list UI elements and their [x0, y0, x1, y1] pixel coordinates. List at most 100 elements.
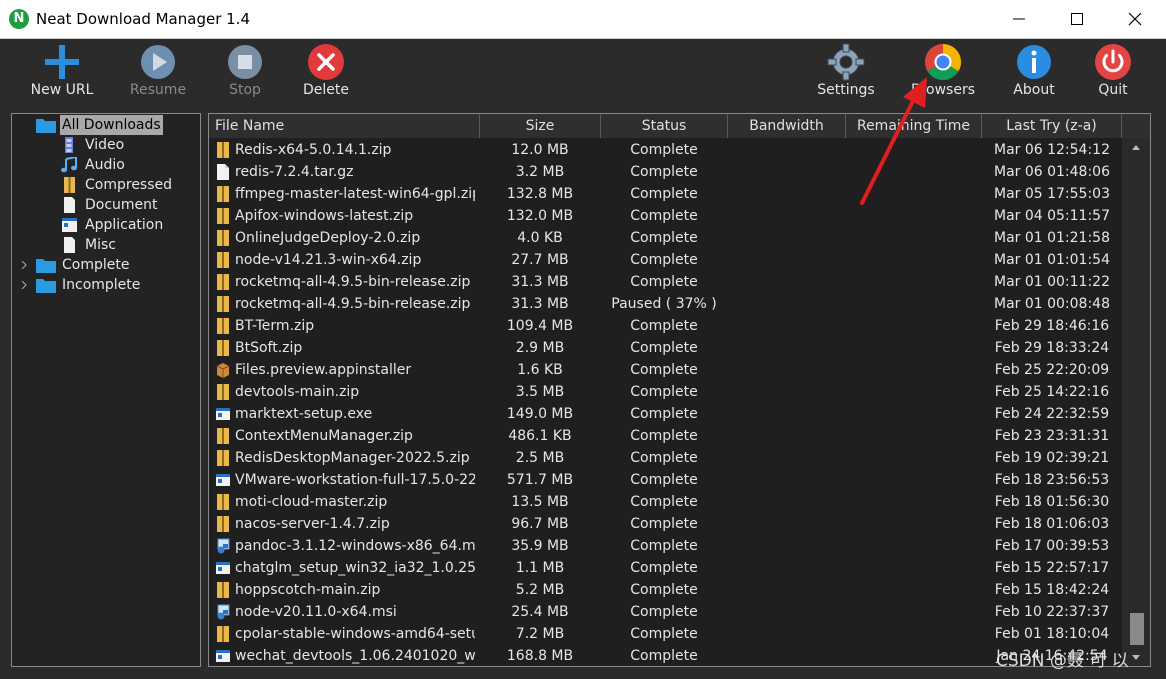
size-cell: 132.0 MB: [506, 208, 574, 224]
file-name-cell: pandoc-3.1.12-windows-x86_64.msi: [235, 538, 475, 554]
last-try-cell: Feb 19 02:39:21: [994, 450, 1110, 466]
last-try-cell: Feb 25 22:20:09: [994, 362, 1110, 378]
table-row[interactable]: devtools-main.zip 3.5 MB Complete Feb 25 14…: [209, 381, 1121, 403]
status-cell: Complete: [630, 274, 698, 290]
table-row[interactable]: node-v20.11.0-x64.msi 25.4 MB Complete Feb …: [209, 601, 1121, 623]
last-try-cell: Mar 06 01:48:06: [993, 164, 1110, 180]
chevron-right-icon[interactable]: [20, 261, 28, 269]
table-row[interactable]: rocketmq-all-4.9.5-bin-release.zip 31.3 M…: [209, 293, 1121, 315]
info-icon: [1017, 45, 1051, 79]
size-cell: 132.8 MB: [506, 186, 574, 202]
last-try-cell: Feb 10 22:37:37: [994, 604, 1110, 620]
column-header-size[interactable]: Size: [480, 114, 601, 138]
table-row[interactable]: marktext-setup.exe 149.0 MB Complete Feb 24…: [209, 403, 1121, 425]
scroll-thumb[interactable]: [1130, 613, 1144, 645]
zip-file-icon: [216, 252, 230, 268]
exe-file-icon: [216, 560, 230, 576]
film-icon: [65, 137, 73, 153]
table-row[interactable]: hoppscotch-main.zip 5.2 MB Complete Feb 15 …: [209, 579, 1121, 601]
minimize-button[interactable]: [990, 0, 1048, 38]
table-row[interactable]: Redis-x64-5.0.14.1.zip 12.0 MB Complete Mar…: [209, 139, 1121, 161]
size-cell: 4.0 KB: [517, 230, 563, 246]
last-try-cell: Mar 05 17:55:03: [993, 186, 1110, 202]
table-row[interactable]: ffmpeg-master-latest-win64-gpl.zip 132.8 …: [209, 183, 1121, 205]
table-row[interactable]: Files.preview.appinstaller 1.6 KB Complete…: [209, 359, 1121, 381]
status-cell: Complete: [630, 494, 698, 510]
table-row[interactable]: BT-Term.zip 109.4 MB Complete Feb 29 18:46:…: [209, 315, 1121, 337]
table-row[interactable]: BtSoft.zip 2.9 MB Complete Feb 29 18:33:24: [209, 337, 1121, 359]
zip-file-icon: [216, 494, 230, 510]
zip-file-icon: [216, 428, 230, 444]
last-try-cell: Feb 15 18:42:24: [994, 582, 1110, 598]
size-cell: 5.2 MB: [515, 582, 565, 598]
zip-file-icon: [216, 340, 230, 356]
msi-file-icon: [216, 604, 230, 620]
quit-button[interactable]: Quit: [1087, 39, 1139, 112]
new-url-button[interactable]: New URL: [22, 39, 102, 112]
file-name-cell: Files.preview.appinstaller: [235, 362, 412, 378]
size-cell: 31.3 MB: [511, 274, 569, 290]
column-header-last-try[interactable]: Last Try (z-a): [982, 114, 1122, 138]
last-try-cell: Feb 01 18:10:04: [994, 626, 1110, 642]
table-row[interactable]: ContextMenuManager.zip 486.1 KB Complete Fe…: [209, 425, 1121, 447]
msi-file-icon: [216, 538, 230, 554]
size-cell: 25.4 MB: [511, 604, 569, 620]
zip-file-icon: [216, 582, 230, 598]
maximize-button[interactable]: [1048, 0, 1106, 38]
column-header-file-name[interactable]: File Name: [209, 114, 480, 138]
table-row[interactable]: RedisDesktopManager-2022.5.zip 2.5 MB Comp…: [209, 447, 1121, 469]
table-row[interactable]: pandoc-3.1.12-windows-x86_64.msi 35.9 MB C…: [209, 535, 1121, 557]
chevron-right-icon[interactable]: [20, 281, 28, 289]
table-row[interactable]: wechat_devtools_1.06.2401020_w... 168.8 M…: [209, 645, 1121, 666]
title-bar: N Neat Download Manager 1.4: [0, 0, 1166, 39]
vertical-scrollbar[interactable]: [1122, 138, 1150, 666]
file-name-cell: OnlineJudgeDeploy-2.0.zip: [235, 230, 421, 246]
table-row[interactable]: cpolar-stable-windows-amd64-setu... 7.2 M…: [209, 623, 1121, 645]
scroll-up-icon: [1132, 145, 1140, 150]
tree-label: All Downloads: [60, 115, 163, 135]
package-file-icon: [216, 362, 230, 378]
plus-icon: [45, 45, 79, 79]
file-name-cell: rocketmq-all-4.9.5-bin-release.zip: [235, 296, 471, 312]
stop-button[interactable]: Stop: [210, 39, 280, 112]
exe-file-icon: [216, 406, 230, 422]
list-header: File Name Size Status Bandwidth Remainin…: [209, 114, 1150, 138]
table-row[interactable]: redis-7.2.4.tar.gz 3.2 MB Complete Mar 06 0…: [209, 161, 1121, 183]
status-cell: Complete: [630, 340, 698, 356]
folder-icon: [36, 279, 56, 293]
table-row[interactable]: rocketmq-all-4.9.5-bin-release.zip 31.3 M…: [209, 271, 1121, 293]
table-row[interactable]: moti-cloud-master.zip 13.5 MB Complete Feb …: [209, 491, 1121, 513]
zip-file-icon: [216, 142, 230, 158]
last-try-cell: Feb 29 18:33:24: [994, 340, 1110, 356]
maximize-icon: [1071, 13, 1083, 25]
zip-file-icon: [216, 296, 230, 312]
column-header-bandwidth[interactable]: Bandwidth: [728, 114, 846, 138]
table-row[interactable]: chatglm_setup_win32_ia32_1.0.25... 1.1 MB…: [209, 557, 1121, 579]
last-try-cell: Feb 18 01:06:03: [994, 516, 1110, 532]
delete-button[interactable]: Delete: [291, 39, 361, 112]
table-row[interactable]: nacos-server-1.4.7.zip 96.7 MB Complete Feb…: [209, 513, 1121, 535]
status-cell: Complete: [630, 428, 698, 444]
tree-label: Incomplete: [62, 277, 141, 293]
table-row[interactable]: node-v14.21.3-win-x64.zip 27.7 MB Complete…: [209, 249, 1121, 271]
close-window-button[interactable]: [1106, 0, 1164, 38]
table-row[interactable]: VMware-workstation-full-17.5.0-22... 571.…: [209, 469, 1121, 491]
last-try-cell: Mar 04 05:11:57: [993, 208, 1110, 224]
file-name-cell: VMware-workstation-full-17.5.0-22...: [235, 472, 475, 488]
zip-file-icon: [216, 384, 230, 400]
app-logo-icon: N: [9, 9, 29, 29]
resume-button[interactable]: Resume: [122, 39, 194, 112]
status-cell: Complete: [630, 142, 698, 158]
stop-icon: [228, 45, 262, 79]
size-cell: 486.1 KB: [508, 428, 572, 444]
about-button[interactable]: About: [1004, 39, 1064, 112]
column-header-status[interactable]: Status: [601, 114, 728, 138]
file-name-cell: ffmpeg-master-latest-win64-gpl.zip: [235, 186, 475, 202]
table-row[interactable]: Apifox-windows-latest.zip 132.0 MB Complet…: [209, 205, 1121, 227]
file-name-cell: ContextMenuManager.zip: [235, 428, 413, 444]
watermark: CSDN @聂 可 以: [996, 651, 1129, 671]
size-cell: 1.1 MB: [515, 560, 565, 576]
file-name-cell: devtools-main.zip: [235, 384, 360, 400]
table-row[interactable]: OnlineJudgeDeploy-2.0.zip 4.0 KB Complete M…: [209, 227, 1121, 249]
tree-label: Document: [85, 197, 158, 213]
